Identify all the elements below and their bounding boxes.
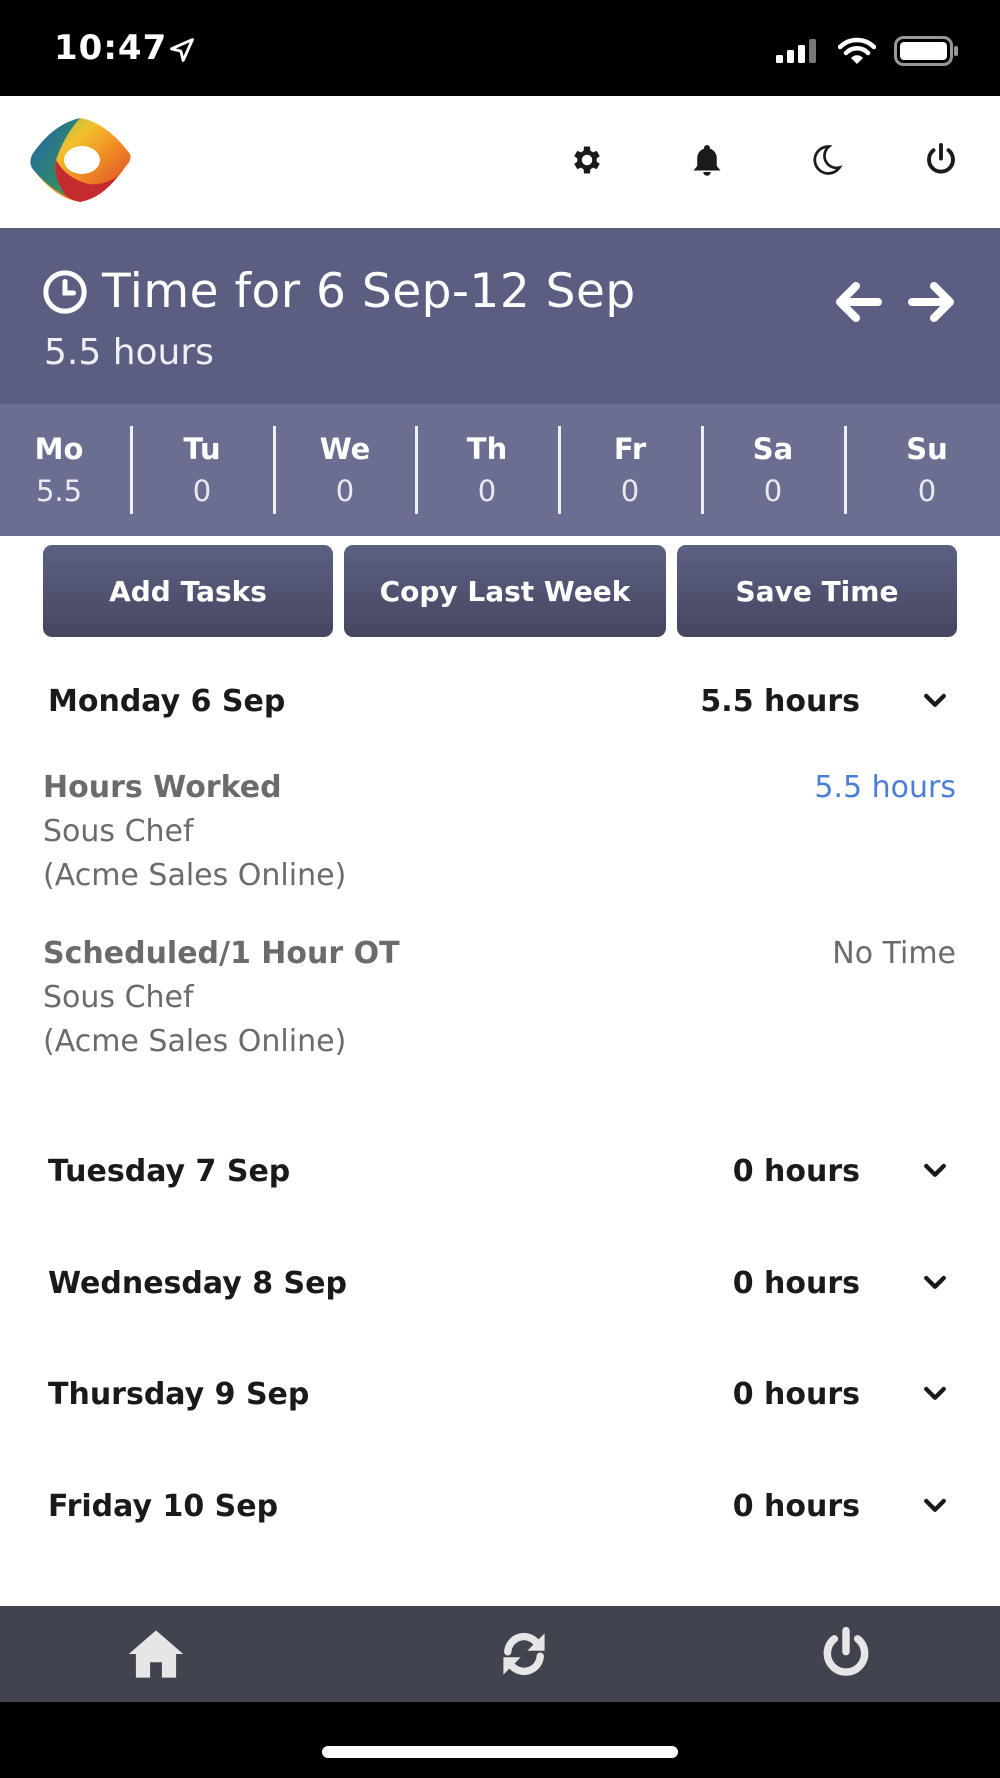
day-hours: 0 — [917, 474, 937, 508]
power-icon[interactable] — [816, 1624, 876, 1684]
day-cell-fr[interactable]: Fr 0 — [571, 404, 689, 536]
day-cell-tu[interactable]: Tu 0 — [143, 404, 261, 536]
day-name: Su — [906, 432, 948, 466]
day-section-total: 0 hours — [732, 1377, 860, 1412]
day-section-total: 0 hours — [732, 1154, 860, 1189]
day-cell-we[interactable]: We 0 — [286, 404, 404, 536]
chevron-down-icon[interactable] — [920, 1268, 950, 1298]
day-hours: 0 — [477, 474, 497, 508]
day-name: Tu — [183, 432, 221, 466]
day-section-thursday[interactable]: Thursday 9 Sep 0 hours — [0, 1359, 1000, 1429]
copy-last-week-button[interactable]: Copy Last Week — [344, 545, 666, 637]
week-header: Time for 6 Sep-12 Sep 5.5 hours — [0, 228, 1000, 404]
day-cell-th[interactable]: Th 0 — [428, 404, 546, 536]
day-name: Sa — [752, 432, 794, 466]
day-cell-mo[interactable]: Mo 5.5 — [0, 404, 118, 536]
day-section-friday[interactable]: Friday 10 Sep 0 hours — [0, 1471, 1000, 1541]
chevron-down-icon[interactable] — [920, 1491, 950, 1521]
power-icon[interactable] — [921, 140, 961, 180]
day-name: Fr — [613, 432, 647, 466]
week-total-hours: 5.5 hours — [44, 332, 214, 373]
cellular-signal-icon — [776, 39, 816, 63]
save-time-button[interactable]: Save Time — [677, 545, 957, 637]
day-section-label: Tuesday 7 Sep — [48, 1154, 291, 1189]
day-hours: 0 — [763, 474, 783, 508]
time-entry-scheduled-ot[interactable]: Scheduled/1 Hour OT Sous Chef (Acme Sale… — [0, 936, 1000, 1076]
day-cell-sa[interactable]: Sa 0 — [714, 404, 832, 536]
divider — [130, 426, 133, 514]
battery-icon — [894, 36, 958, 66]
chevron-down-icon[interactable] — [920, 1156, 950, 1186]
settings-gear-icon[interactable] — [567, 140, 607, 180]
day-section-label: Friday 10 Sep — [48, 1489, 279, 1524]
divider — [415, 426, 418, 514]
divider — [844, 426, 847, 514]
week-title: Time for 6 Sep-12 Sep — [102, 264, 636, 319]
chevron-down-icon[interactable] — [920, 1379, 950, 1409]
refresh-icon[interactable] — [494, 1624, 554, 1684]
day-section-total: 5.5 hours — [700, 684, 860, 719]
day-section-total: 0 hours — [732, 1266, 860, 1301]
previous-week-arrow-icon[interactable] — [830, 274, 886, 330]
add-tasks-button[interactable]: Add Tasks — [43, 545, 333, 637]
main-content: Add Tasks Copy Last Week Save Time Monda… — [0, 536, 1000, 1606]
day-section-tuesday[interactable]: Tuesday 7 Sep 0 hours — [0, 1136, 1000, 1206]
home-indicator[interactable] — [322, 1746, 678, 1758]
week-title-group: Time for 6 Sep-12 Sep — [42, 264, 636, 319]
day-hours: 5.5 — [35, 474, 83, 508]
week-days-strip: Mo 5.5 Tu 0 We 0 Th 0 Fr 0 Sa 0 Su 0 — [0, 404, 1000, 536]
day-cell-su[interactable]: Su 0 — [868, 404, 986, 536]
bell-icon[interactable] — [687, 140, 727, 180]
home-icon[interactable] — [126, 1624, 186, 1684]
app-header — [0, 96, 1000, 228]
next-week-arrow-icon[interactable] — [904, 274, 960, 330]
status-indicators — [776, 36, 960, 66]
day-section-monday[interactable]: Monday 6 Sep 5.5 hours — [0, 666, 1000, 736]
day-hours: 0 — [620, 474, 640, 508]
day-section-label: Wednesday 8 Sep — [48, 1266, 347, 1301]
day-section-label: Thursday 9 Sep — [48, 1377, 310, 1412]
moon-icon[interactable] — [806, 140, 846, 180]
entry-title: Hours Worked — [43, 770, 282, 805]
entry-role: Sous Chef — [43, 814, 194, 849]
day-hours: 0 — [192, 474, 212, 508]
bottom-nav — [0, 1606, 1000, 1702]
chevron-down-icon[interactable] — [920, 686, 950, 716]
status-bar: 10:47 — [0, 0, 1000, 96]
entry-organization: (Acme Sales Online) — [43, 858, 347, 893]
day-hours: 0 — [335, 474, 355, 508]
location-arrow-icon — [170, 38, 194, 62]
entry-value: No Time — [832, 936, 956, 971]
divider — [701, 426, 704, 514]
time-entry-hours-worked[interactable]: Hours Worked Sous Chef (Acme Sales Onlin… — [0, 770, 1000, 910]
divider — [273, 426, 276, 514]
day-section-label: Monday 6 Sep — [48, 684, 286, 719]
day-name: We — [319, 432, 371, 466]
status-time: 10:47 — [54, 28, 168, 68]
app-logo — [30, 118, 131, 202]
day-name: Mo — [34, 432, 84, 466]
wifi-icon — [838, 37, 876, 64]
home-indicator-area — [0, 1702, 1000, 1778]
divider — [558, 426, 561, 514]
day-section-total: 0 hours — [732, 1489, 860, 1524]
day-name: Th — [466, 432, 508, 466]
entry-role: Sous Chef — [43, 980, 194, 1015]
entry-organization: (Acme Sales Online) — [43, 1024, 347, 1059]
entry-hours-link[interactable]: 5.5 hours — [814, 770, 956, 805]
clock-icon — [43, 269, 87, 314]
day-section-wednesday[interactable]: Wednesday 8 Sep 0 hours — [0, 1248, 1000, 1318]
entry-title: Scheduled/1 Hour OT — [43, 936, 400, 971]
